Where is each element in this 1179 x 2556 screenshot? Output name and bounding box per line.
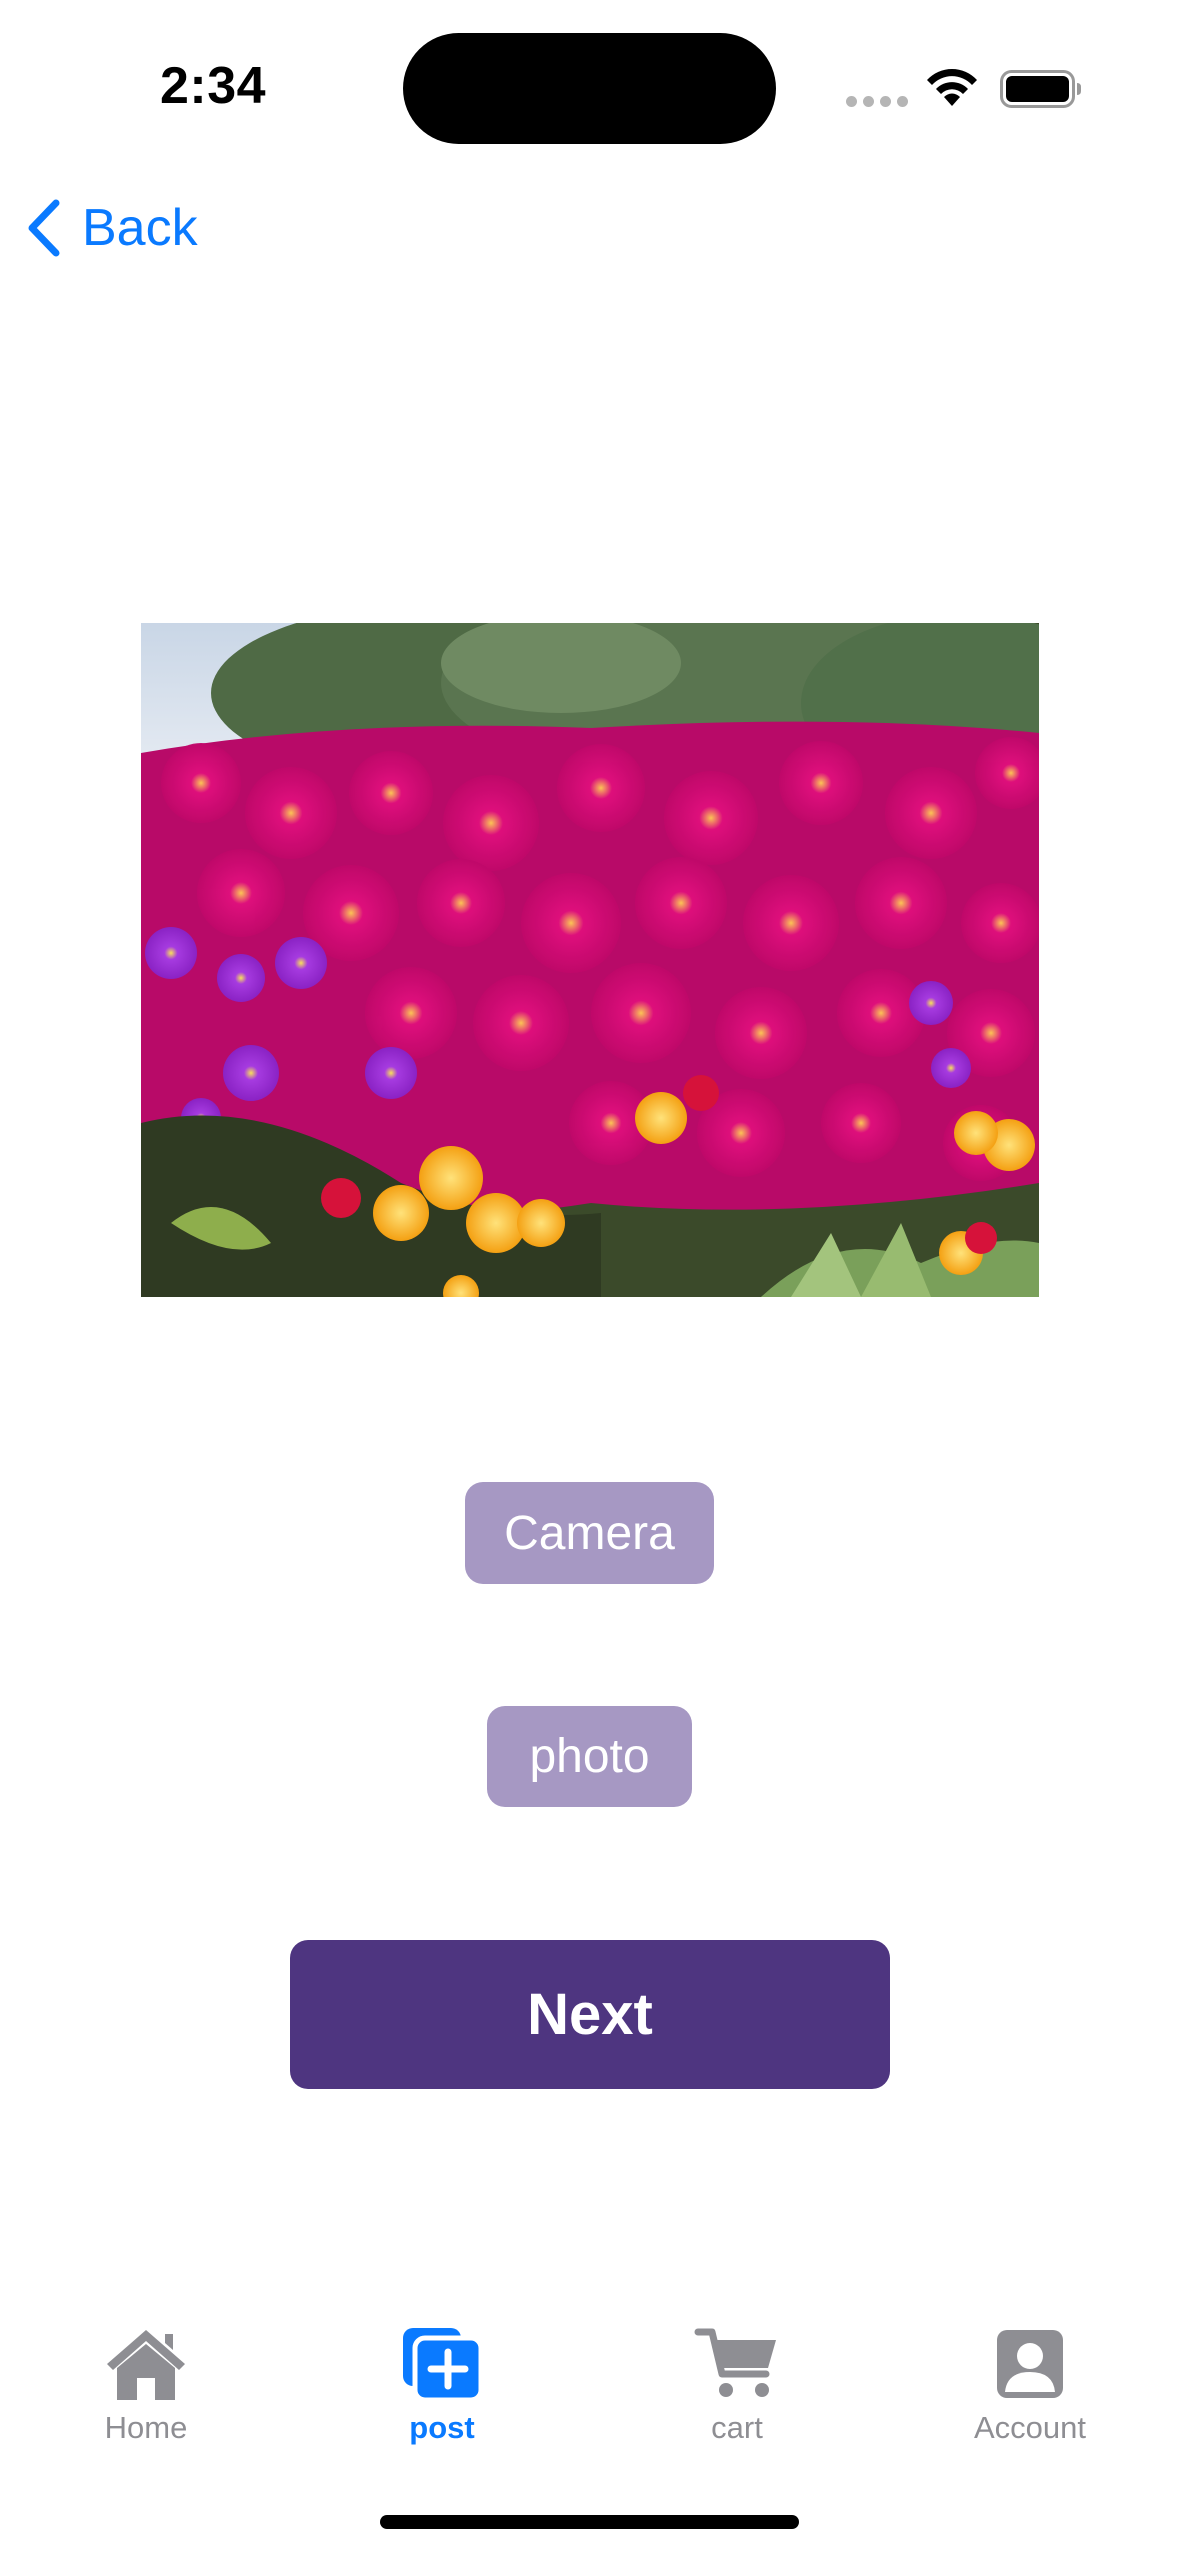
camera-button[interactable]: Camera [465, 1482, 714, 1584]
house-icon [107, 2330, 185, 2400]
tab-account[interactable]: Account [920, 2310, 1140, 2446]
dynamic-island [403, 33, 776, 144]
flower-photo-icon [141, 623, 1039, 1297]
tab-post[interactable]: post [332, 2310, 552, 2446]
tab-cart[interactable]: cart [627, 2310, 847, 2446]
tab-cart-label: cart [711, 2410, 763, 2445]
add-post-icon [403, 2328, 484, 2403]
battery-icon [1000, 70, 1081, 108]
tab-home[interactable]: Home [36, 2310, 256, 2446]
wifi-icon [927, 69, 977, 106]
home-indicator[interactable] [380, 2515, 799, 2529]
tab-home-label: Home [104, 2410, 188, 2445]
tab-post-label: post [409, 2410, 475, 2445]
chevron-left-icon [28, 199, 60, 257]
cart-icon [694, 2328, 776, 2397]
photo-library-button[interactable]: photo [487, 1706, 692, 1807]
next-button[interactable]: Next [290, 1940, 890, 2089]
back-label: Back [82, 199, 198, 257]
tab-bar: Home post cart Account [0, 2310, 1179, 2480]
selected-photo [141, 623, 1039, 1297]
status-time: 2:34 [160, 57, 267, 115]
person-icon [997, 2330, 1063, 2398]
screen: 2:34 Back Camera photo Next Home post ca… [0, 0, 1179, 2556]
tab-account-label: Account [973, 2410, 1086, 2445]
cellular-signal-icon [846, 96, 908, 107]
back-button[interactable]: Back [24, 196, 198, 260]
